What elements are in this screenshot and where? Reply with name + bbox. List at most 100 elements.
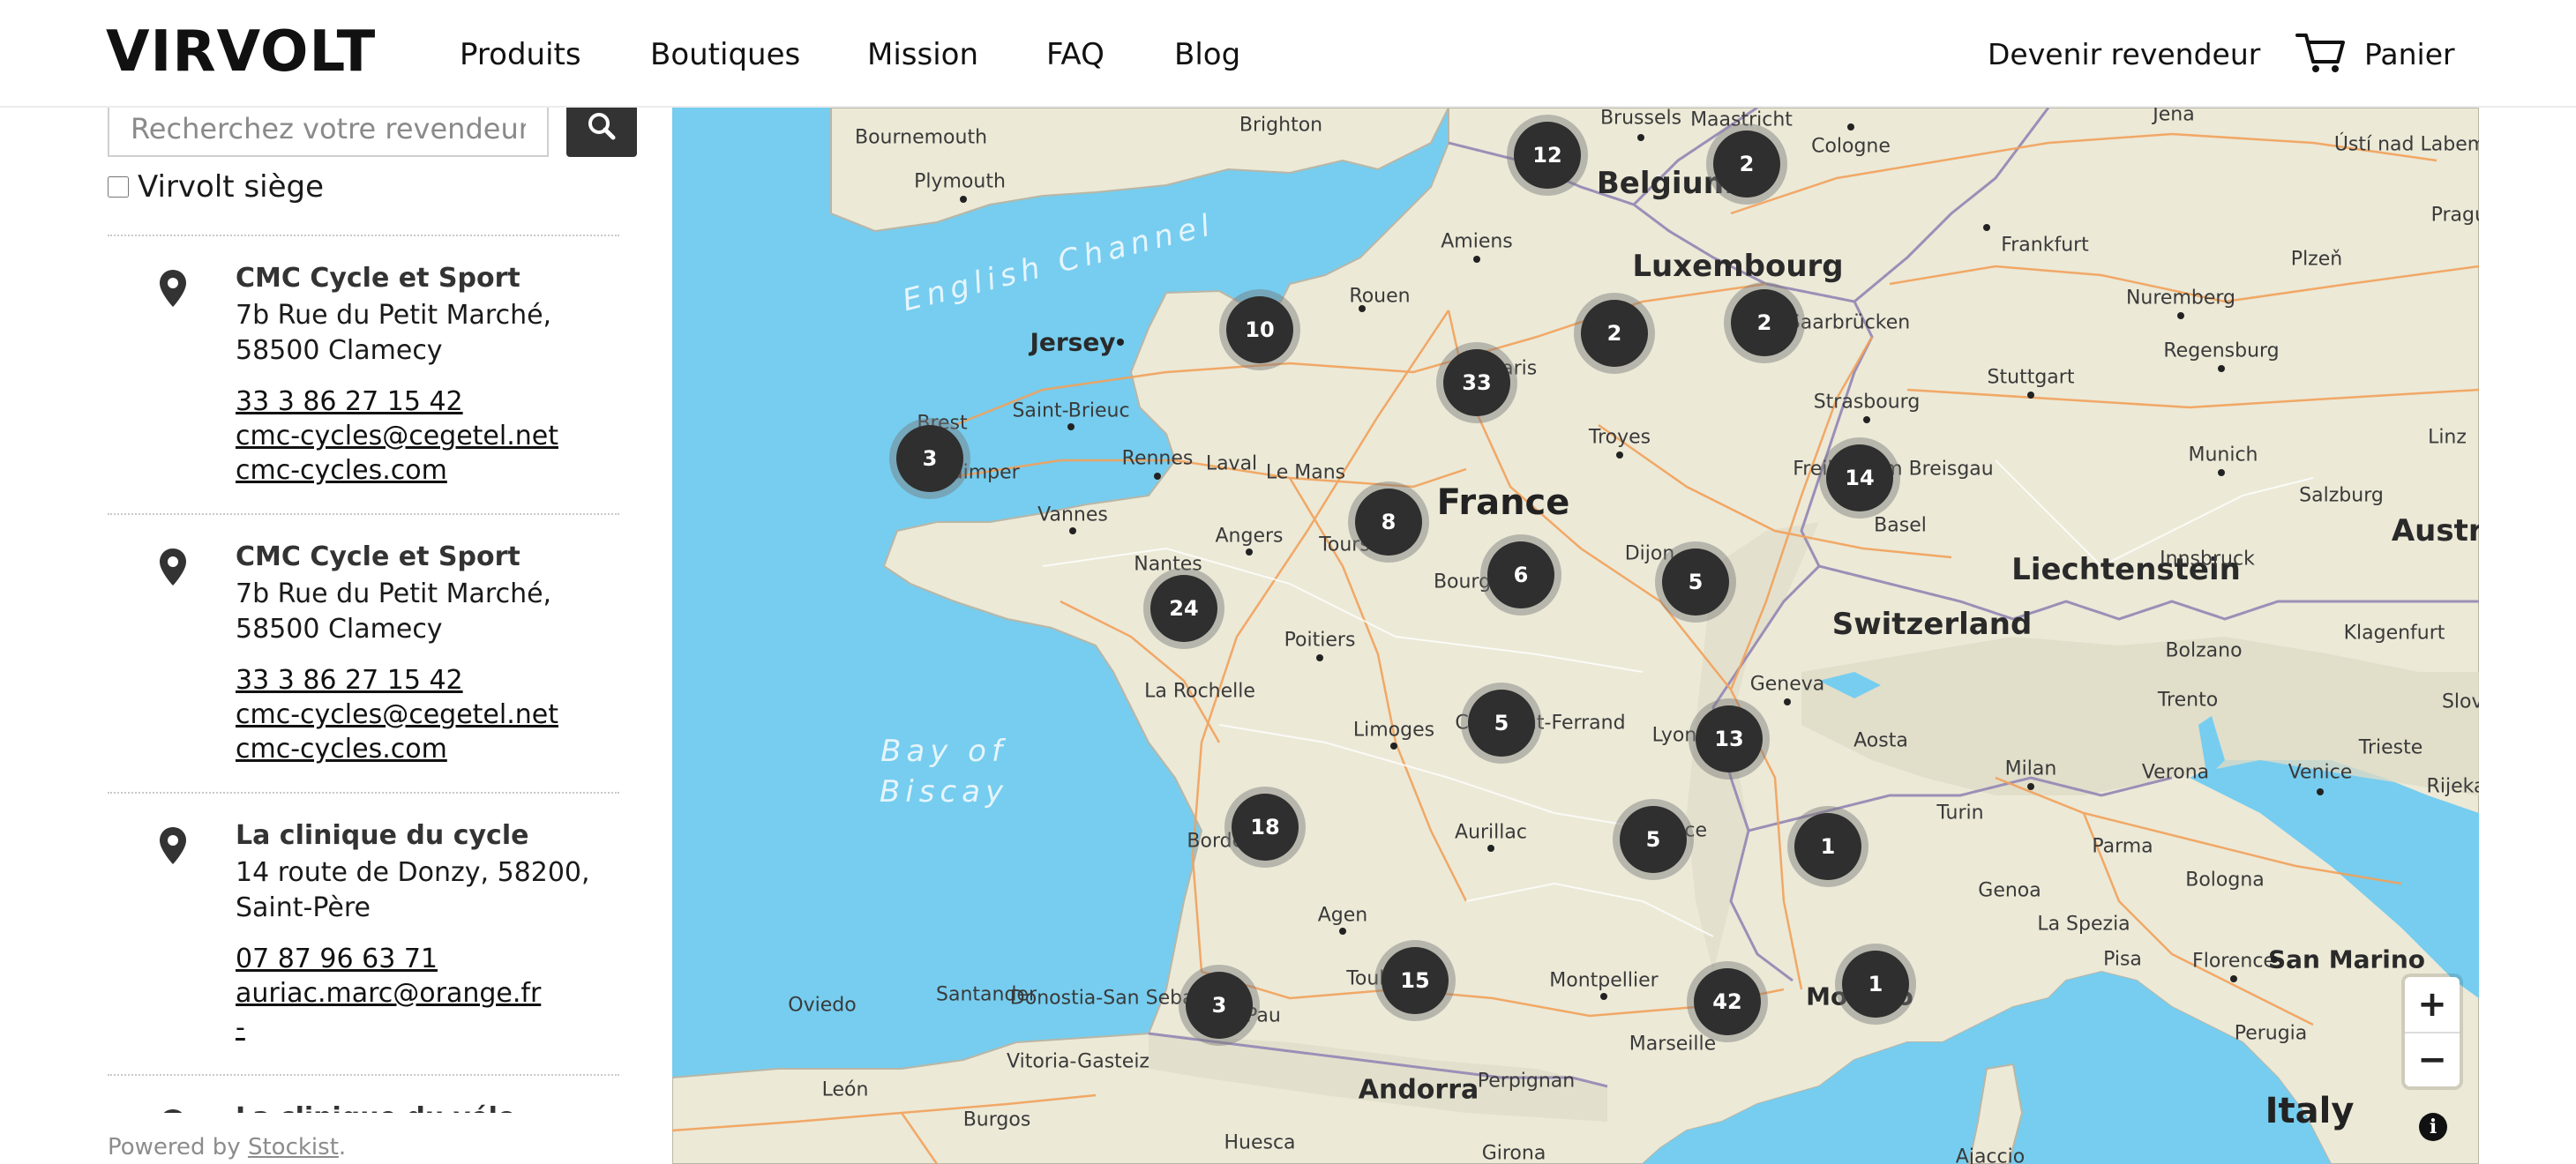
powered-by: Powered by Stockist. [108,1134,347,1160]
city-marker [1473,256,1480,263]
cart-icon[interactable] [2295,30,2347,74]
store-cluster-marker[interactable]: 12 [1507,115,1588,196]
store-website-link[interactable]: - [236,1011,245,1045]
city-marker [1637,134,1644,141]
store-cluster-marker[interactable]: 15 [1374,940,1456,1021]
store-website-link[interactable]: cmc-cycles.com [236,453,447,488]
store-cluster-marker[interactable]: 13 [1689,698,1770,780]
store-cluster-marker[interactable]: 3 [1179,965,1260,1046]
location-pin-icon [160,548,186,586]
stockist-link[interactable]: Stockist [248,1134,339,1160]
store-item[interactable]: CMC Cycle et Sport 7b Rue du Petit March… [108,235,619,513]
city-marker [2230,975,2237,982]
store-cluster-marker[interactable]: 3 [889,418,970,499]
city-marker [1339,928,1346,935]
city-marker [2271,956,2278,963]
city-marker [2218,469,2225,476]
store-phone-link[interactable]: 33 3 86 27 15 42 [236,384,463,419]
map-basemap [672,108,2479,1164]
store-cluster-marker[interactable]: 10 [1219,289,1300,370]
city-marker [1616,451,1623,459]
store-email-link[interactable]: cmc-cycles@cegetel.net [236,698,558,732]
store-item[interactable]: La clinique du vélo [108,1074,619,1118]
store-cluster-marker[interactable]: 1 [1835,944,1916,1025]
city-marker [1117,339,1124,346]
virvolt-siege-filter[interactable]: Virvolt siège [108,168,324,206]
store-cluster-marker[interactable]: 18 [1224,787,1306,868]
city-marker [960,196,967,203]
city-marker [1600,993,1607,1000]
store-name: La clinique du cycle [236,820,529,851]
store-map[interactable]: English Channel Bay of Biscay France Bel… [672,108,2479,1164]
nav-blog[interactable]: Blog [1174,34,1240,76]
city-marker [1487,845,1494,852]
city-marker [2027,392,2034,399]
store-address-line2: 58500 Clamecy [236,335,443,366]
city-marker [1316,654,1323,661]
search-icon [588,112,616,139]
logo[interactable]: VIRVOLT [106,24,375,80]
store-website-link[interactable]: cmc-cycles.com [236,732,447,766]
nav-produits[interactable]: Produits [460,34,581,76]
info-icon[interactable]: i [2419,1113,2447,1141]
right-page-margin [2479,108,2576,1164]
store-address: 14 route de Donzy, 58200, Saint-Père [236,855,590,926]
store-address-line2: 58500 Clamecy [236,614,443,645]
city-marker [1069,527,1076,534]
store-cluster-marker[interactable]: 24 [1143,568,1224,649]
store-item[interactable]: La clinique du cycle 14 route de Donzy, … [108,792,619,1071]
store-cluster-marker[interactable]: 6 [1480,534,1561,616]
city-marker [1246,548,1253,556]
store-cluster-marker[interactable]: 5 [1613,799,1694,880]
store-name: CMC Cycle et Sport [236,263,520,294]
store-cluster-marker[interactable]: 14 [1819,437,1900,519]
city-marker [1154,473,1161,480]
store-item[interactable]: CMC Cycle et Sport 7b Rue du Petit March… [108,513,619,792]
store-address-line1: 7b Rue du Petit Marché, [236,578,552,609]
city-marker [2027,783,2034,790]
city-marker [1863,416,1870,423]
store-cluster-marker[interactable]: 2 [1706,123,1787,205]
store-address: 7b Rue du Petit Marché, 58500 Clamecy [236,577,551,647]
nav-mission[interactable]: Mission [867,34,978,76]
store-name: CMC Cycle et Sport [236,541,520,572]
store-address-line1: 7b Rue du Petit Marché, [236,300,552,331]
location-pin-icon [160,827,186,864]
store-cluster-marker[interactable]: 33 [1436,342,1517,423]
virvolt-siege-label: Virvolt siège [138,169,325,205]
city-marker [1983,224,1990,231]
store-phone-link[interactable]: 33 3 86 27 15 42 [236,663,463,698]
zoom-out-button[interactable]: − [2405,1032,2460,1086]
store-email-link[interactable]: cmc-cycles@cegetel.net [236,419,558,453]
city-marker [1390,742,1397,750]
city-marker [1847,123,1854,131]
become-reseller-link[interactable]: Devenir revendeur [1988,34,2260,76]
store-phone-link[interactable]: 07 87 96 63 71 [236,942,438,976]
nav-faq[interactable]: FAQ [1046,34,1105,76]
city-marker [2218,365,2225,372]
search-input[interactable] [108,101,549,157]
city-marker [1784,698,1791,705]
city-marker [1067,423,1075,430]
cart-label[interactable]: Panier [2364,34,2455,76]
store-address-line2: Saint-Père [236,892,371,923]
store-address-line1: 14 route de Donzy, 58200, [236,857,590,888]
location-pin-icon [160,270,186,307]
virvolt-siege-checkbox[interactable] [108,176,129,198]
store-cluster-marker[interactable]: 5 [1655,541,1736,623]
city-marker [1359,305,1366,312]
store-address: 7b Rue du Petit Marché, 58500 Clamecy [236,298,551,369]
city-marker [2177,312,2184,319]
site-header: VIRVOLT Produits Boutiques Mission FAQ B… [0,0,2576,108]
store-cluster-marker[interactable]: 2 [1724,282,1805,363]
store-cluster-marker[interactable]: 2 [1574,293,1655,374]
map-zoom-controls: + − [2405,977,2460,1086]
store-cluster-marker[interactable]: 42 [1687,961,1768,1042]
city-marker [2317,788,2324,795]
nav-boutiques[interactable]: Boutiques [650,34,800,76]
store-cluster-marker[interactable]: 5 [1461,683,1542,764]
zoom-in-button[interactable]: + [2405,977,2460,1032]
store-email-link[interactable]: auriac.marc@orange.fr [236,976,541,1011]
store-cluster-marker[interactable]: 1 [1787,806,1868,887]
store-cluster-marker[interactable]: 8 [1348,481,1429,563]
